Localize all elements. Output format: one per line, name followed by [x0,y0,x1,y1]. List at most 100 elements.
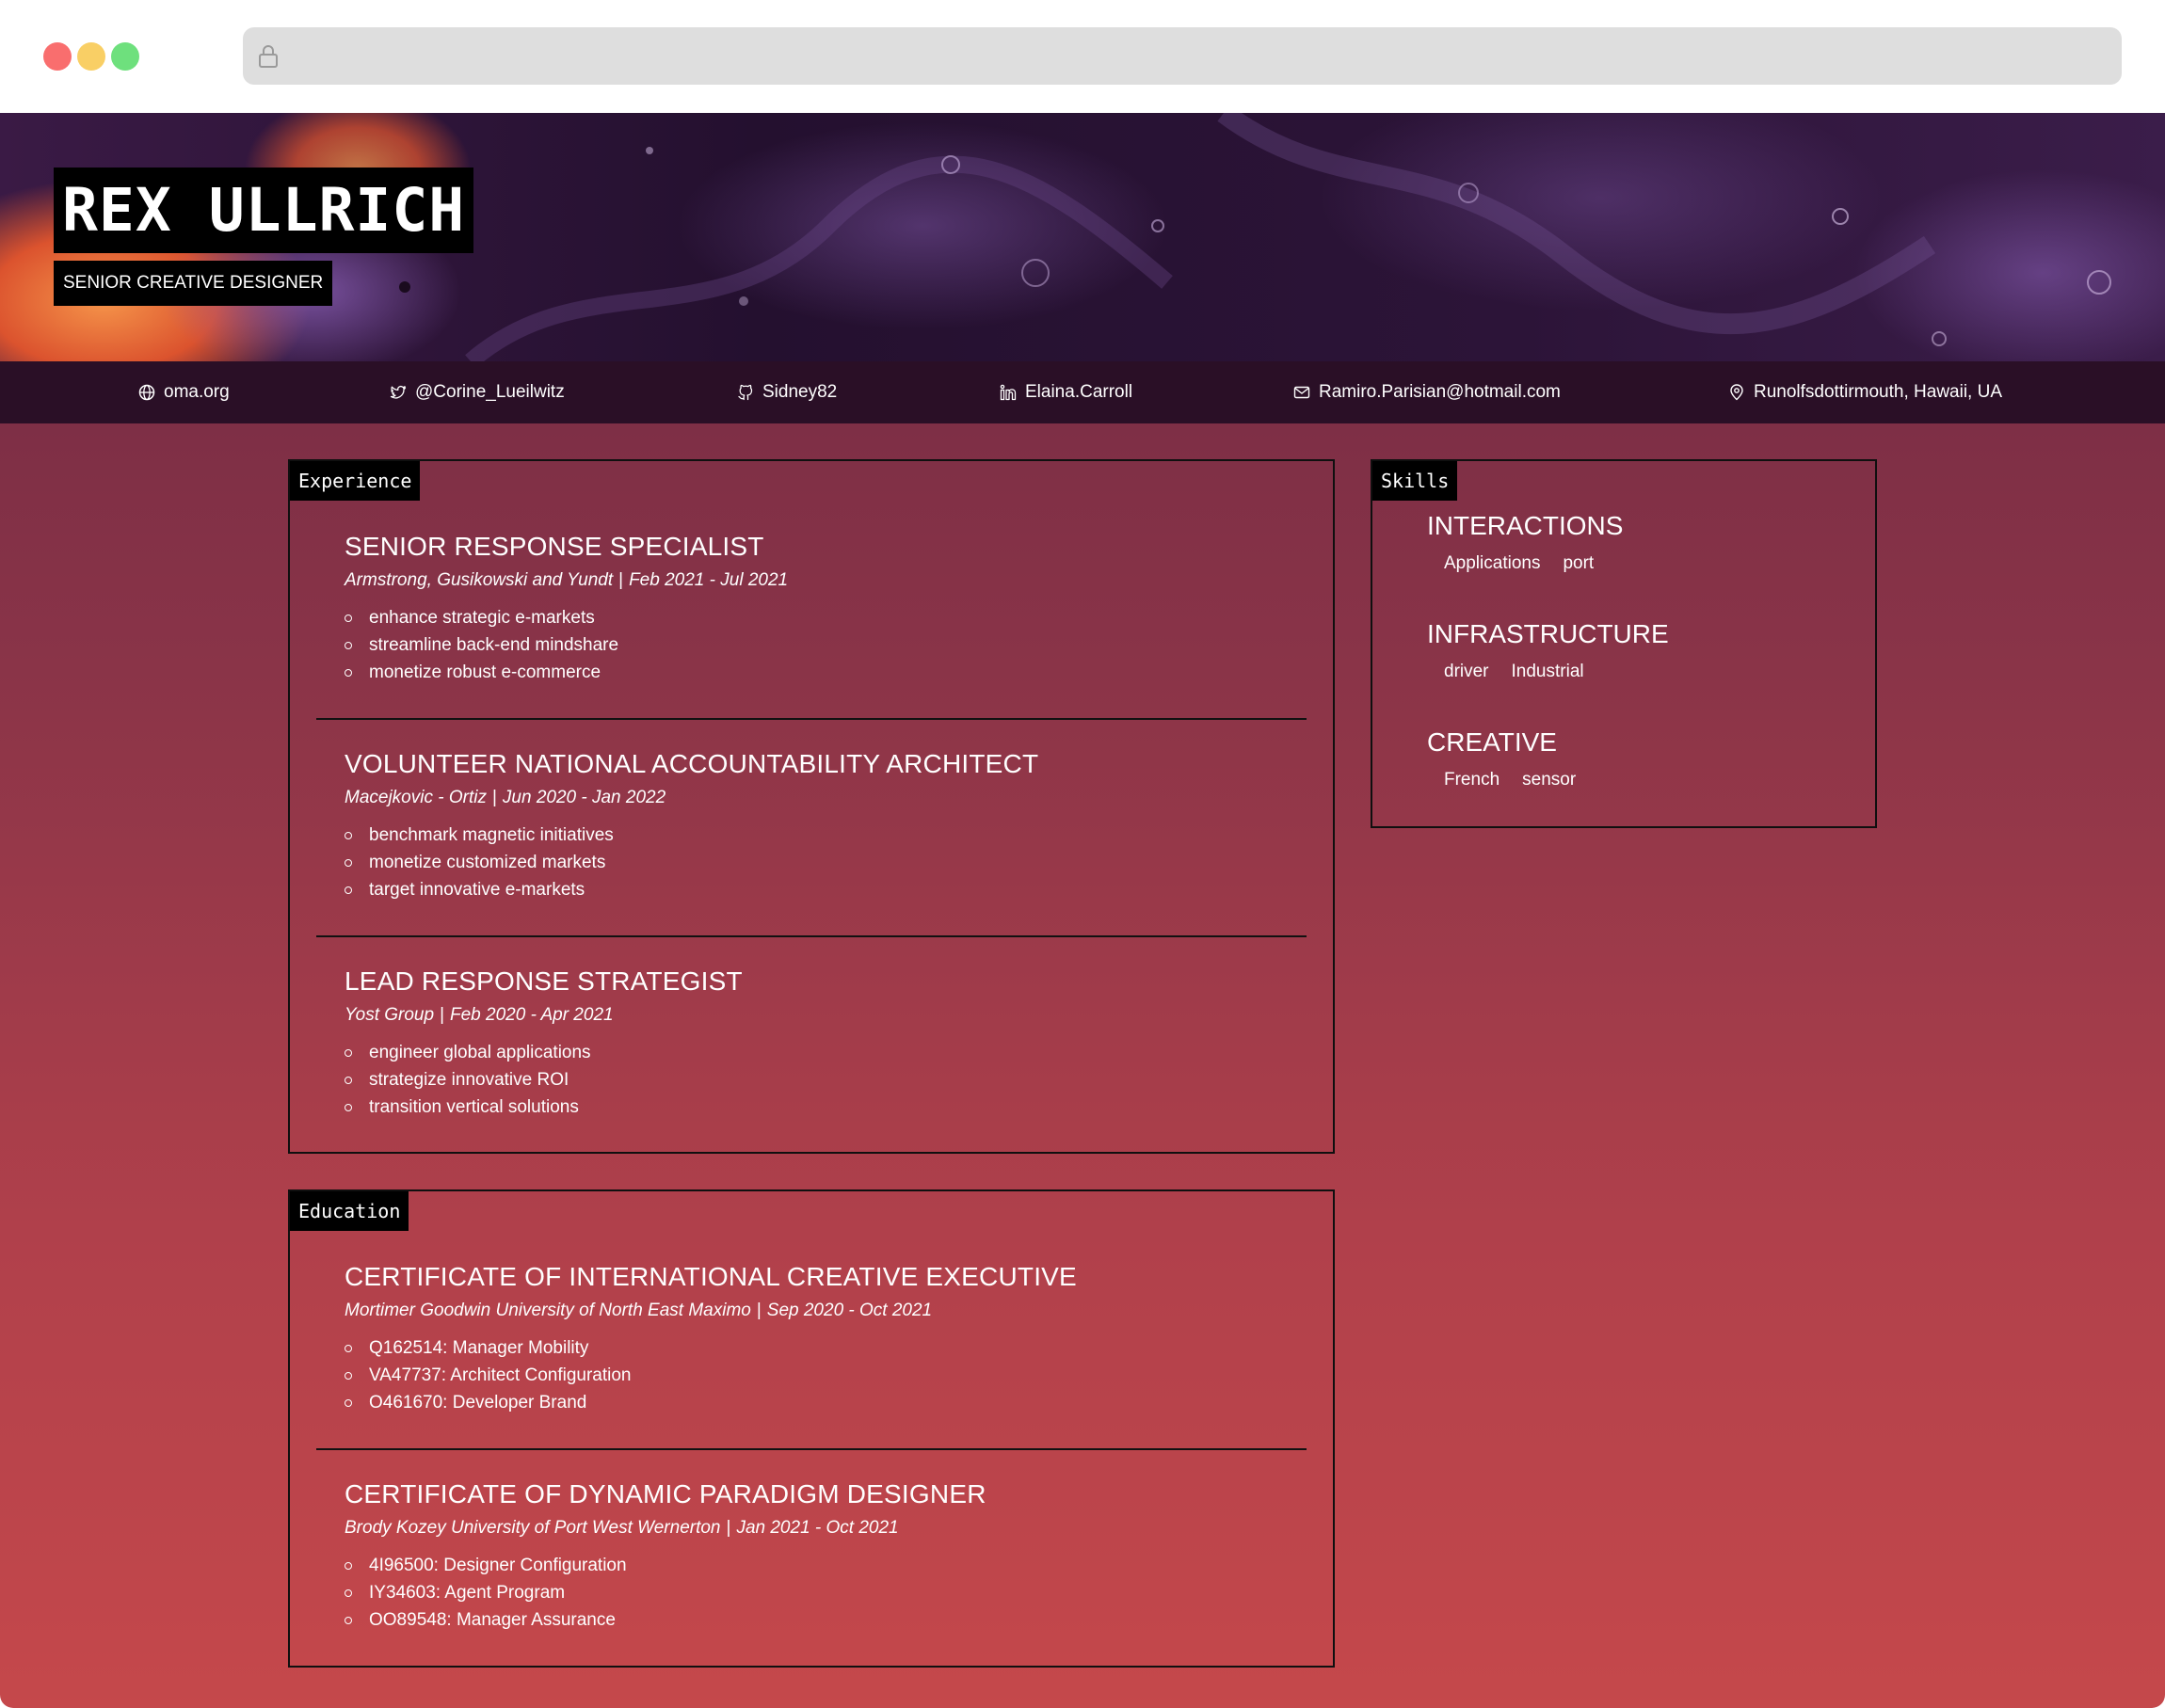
window-maximize-button[interactable] [111,42,139,71]
list-item: engineer global applications [345,1039,1307,1066]
skill-group-title: INFRASTRUCTURE [1427,619,1669,648]
job-title: LEAD RESPONSE STRATEGIST [345,966,743,996]
job-bullets: benchmark magnetic initiatives monetize … [345,822,1307,903]
contact-twitter[interactable]: @Corine_Lueilwitz [390,361,565,423]
job-dates: Feb 2020 - Apr 2021 [450,1005,614,1025]
skill-tag: Applications [1444,553,1541,573]
linkedin-icon [1000,384,1017,401]
separator: | [491,788,497,807]
list-item: O461670: Developer Brand [345,1389,1307,1416]
list-item: strategize innovative ROI [345,1066,1307,1093]
company-name: Macejkovic - Ortiz [345,788,487,807]
education-label: Education [290,1191,409,1231]
mail-icon [1293,386,1310,399]
experience-entry: SENIOR RESPONSE SPECIALIST Armstrong, Gu… [345,531,1307,686]
browser-chrome [0,0,2165,113]
degree-meta: Brody Kozey University of Port West Wern… [345,1516,1307,1540]
profile-title: SENIOR CREATIVE DESIGNER [54,261,333,306]
experience-entry: LEAD RESPONSE STRATEGIST Yost Group | Feb … [345,966,1307,1121]
degree-title: CERTIFICATE OF DYNAMIC PARADIGM DESIGNER [345,1479,986,1508]
experience-label: Experience [290,461,421,501]
profile-name: REX ULLRICH [54,168,474,253]
hero-banner: REX ULLRICH SENIOR CREATIVE DESIGNER [0,113,2165,361]
list-item: Q162514: Manager Mobility [345,1334,1307,1362]
contact-email[interactable]: Ramiro.Parisian@hotmail.com [1293,361,1561,423]
skill-group: INFRASTRUCTURE driver Industrial [1427,618,1669,684]
degree-courses: Q162514: Manager Mobility VA47737: Archi… [345,1334,1307,1416]
resume-page: REX ULLRICH SENIOR CREATIVE DESIGNER oma… [0,113,2165,1708]
skills-label: Skills [1372,461,1458,501]
school-name: Brody Kozey University of Port West Wern… [345,1518,721,1538]
list-item: enhance strategic e-markets [345,604,1307,631]
job-title: SENIOR RESPONSE SPECIALIST [345,532,764,561]
company-name: Yost Group [345,1005,435,1025]
education-entry: CERTIFICATE OF DYNAMIC PARADIGM DESIGNER… [345,1478,1307,1634]
list-item: monetize robust e-commerce [345,659,1307,686]
globe-icon [138,384,155,401]
job-dates: Jun 2020 - Jan 2022 [502,788,666,807]
contact-website-text: oma.org [164,382,230,402]
job-bullets: enhance strategic e-markets streamline b… [345,604,1307,686]
location-pin-icon [1730,384,1743,401]
entry-divider [316,718,1307,720]
degree-dates: Sep 2020 - Oct 2021 [766,1301,933,1320]
skill-tag: driver [1444,662,1489,681]
skill-tags: French sensor [1427,768,1576,792]
list-item: monetize customized markets [345,849,1307,876]
experience-entry: VOLUNTEER NATIONAL ACCOUNTABILITY ARCHIT… [345,748,1307,903]
contact-location-text: Runolfsdottirmouth, Hawaii, UA [1754,382,2002,402]
job-meta: Yost Group | Feb 2020 - Apr 2021 [345,1003,1307,1028]
list-item: OO89548: Manager Assurance [345,1606,1307,1634]
list-item: benchmark magnetic initiatives [345,822,1307,849]
window-close-button[interactable] [43,42,72,71]
job-meta: Armstrong, Gusikowski and Yundt | Feb 2021… [345,568,1307,593]
contact-linkedin-text: Elaina.Carroll [1025,382,1133,402]
job-dates: Feb 2021 - Jul 2021 [629,570,789,590]
skill-tags: driver Industrial [1427,660,1669,684]
skill-tag: sensor [1522,770,1577,790]
contact-linkedin[interactable]: Elaina.Carroll [1000,361,1132,423]
job-title: VOLUNTEER NATIONAL ACCOUNTABILITY ARCHIT… [345,749,1039,778]
degree-dates: Jan 2021 - Oct 2021 [736,1518,899,1538]
skill-group: INTERACTIONS Applications port [1427,510,1623,576]
skill-tags: Applications port [1427,551,1623,576]
degree-courses: 4I96500: Designer Configuration IY34603:… [345,1552,1307,1634]
contact-website[interactable]: oma.org [138,361,230,423]
skill-tag: Industrial [1511,662,1584,681]
skills-section: Skills INTERACTIONS Applications port IN… [1371,459,1877,828]
list-item: 4I96500: Designer Configuration [345,1552,1307,1579]
education-section: Education CERTIFICATE OF INTERNATIONAL C… [288,1189,1335,1668]
degree-meta: Mortimer Goodwin University of North Eas… [345,1299,1307,1323]
window-minimize-button[interactable] [77,42,105,71]
contact-bar: oma.org @Corine_Lueilwitz Sidney82 Elain… [0,361,2165,423]
contact-github[interactable]: Sidney82 [737,361,837,423]
list-item: transition vertical solutions [345,1093,1307,1121]
separator: | [440,1005,444,1025]
list-item: streamline back-end mindshare [345,631,1307,659]
entry-divider [316,1448,1307,1450]
job-meta: Macejkovic - Ortiz | Jun 2020 - Jan 2022 [345,786,1307,810]
education-entry: CERTIFICATE OF INTERNATIONAL CREATIVE EX… [345,1261,1307,1416]
skill-tag: French [1444,770,1500,790]
contact-location[interactable]: Runolfsdottirmouth, Hawaii, UA [1728,361,2002,423]
skill-group-title: CREATIVE [1427,727,1557,757]
entry-divider [316,935,1307,937]
contact-github-text: Sidney82 [762,382,838,402]
twitter-icon [390,385,407,399]
address-bar[interactable] [243,27,2122,85]
separator: | [756,1301,762,1320]
degree-title: CERTIFICATE OF INTERNATIONAL CREATIVE EX… [345,1262,1077,1291]
skill-group-title: INTERACTIONS [1427,511,1624,540]
school-name: Mortimer Goodwin University of North Eas… [345,1301,751,1320]
github-icon [738,384,753,401]
contact-email-text: Ramiro.Parisian@hotmail.com [1319,382,1561,402]
skill-tag: port [1563,553,1595,573]
lock-icon [256,43,281,70]
company-name: Armstrong, Gusikowski and Yundt [345,570,614,590]
list-item: VA47737: Architect Configuration [345,1362,1307,1389]
separator: | [618,570,624,590]
separator: | [726,1518,731,1538]
experience-section: Experience SENIOR RESPONSE SPECIALIST Ar… [288,459,1335,1154]
list-item: IY34603: Agent Program [345,1579,1307,1606]
skill-group: CREATIVE French sensor [1427,726,1576,792]
